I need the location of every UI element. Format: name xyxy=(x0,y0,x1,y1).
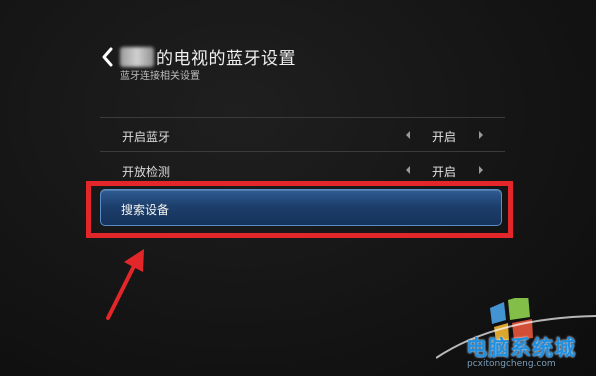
blurred-device-name xyxy=(120,46,154,67)
watermark-title: 电脑系统城 xyxy=(466,336,576,360)
arrow-right-icon[interactable] xyxy=(478,165,484,175)
setting-row-discoverable[interactable]: 开放检测 开启 xyxy=(100,157,505,185)
back-chevron-icon[interactable] xyxy=(98,44,120,70)
search-devices-button[interactable]: 搜索设备 xyxy=(100,189,502,226)
divider xyxy=(100,151,505,152)
setting-value: 开启 xyxy=(432,165,457,179)
page-title: 的电视的蓝牙设置 xyxy=(156,49,296,69)
divider xyxy=(100,117,505,118)
setting-label: 开启蓝牙 xyxy=(122,130,171,144)
search-devices-label: 搜索设备 xyxy=(121,203,170,217)
page-header: 的电视的蓝牙设置 xyxy=(120,44,296,69)
arrow-right-icon[interactable] xyxy=(478,130,484,140)
setting-value: 开启 xyxy=(432,130,457,144)
pointer-arrow-icon xyxy=(106,249,144,320)
setting-row-bluetooth[interactable]: 开启蓝牙 开启 xyxy=(100,122,505,150)
watermark-url: pcxitongcheng.com xyxy=(467,359,556,369)
setting-label: 开放检测 xyxy=(122,165,171,179)
page-subtitle: 蓝牙连接相关设置 xyxy=(120,71,200,82)
arrow-left-icon[interactable] xyxy=(405,130,411,140)
arrow-left-icon[interactable] xyxy=(405,165,411,175)
